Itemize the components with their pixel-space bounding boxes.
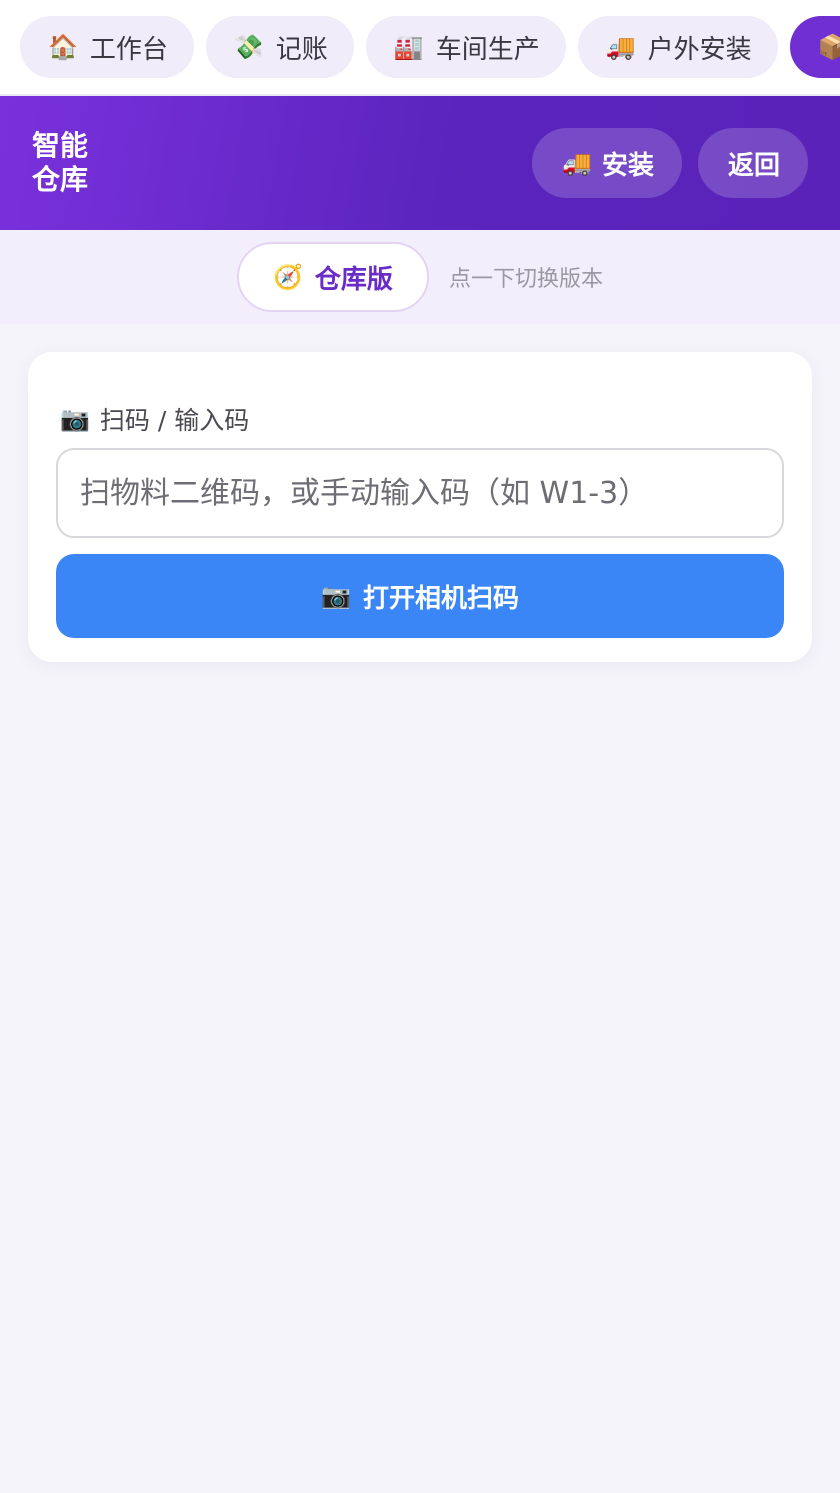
house-icon: 🏠 — [48, 33, 78, 61]
version-label: 仓库版 — [314, 264, 393, 295]
nav-item-workshop[interactable]: 🏭 车间生产 — [365, 16, 566, 78]
version-switch-bar: 🧭 仓库版 点一下切换版本 — [0, 230, 840, 324]
code-input[interactable] — [56, 448, 784, 538]
scan-card: 📷 扫码 / 输入码 📷 打开相机扫码 — [28, 352, 812, 662]
truck-icon: 🚚 — [605, 33, 636, 61]
page-title: 智能仓库 — [32, 129, 89, 196]
compass-icon: 🧭 — [273, 263, 303, 291]
page-header: 智能仓库 🚚 安装 返回 — [0, 96, 840, 230]
back-button-label: 返回 — [727, 150, 780, 181]
camera-icon: 📷 — [321, 582, 351, 610]
install-button[interactable]: 🚚 安装 — [532, 128, 682, 198]
scan-label-text: 扫码 / 输入码 — [99, 406, 250, 435]
factory-icon: 🏭 — [393, 33, 424, 61]
package-icon: 📦 — [818, 35, 840, 59]
truck-icon: 🚚 — [562, 149, 592, 177]
top-nav: 🏠 工作台 💸 记账 🏭 车间生产 🚚 户外安装 📦 — [0, 0, 840, 96]
scan-field-label: 📷 扫码 / 输入码 — [60, 404, 784, 435]
nav-item-label: 工作台 — [89, 34, 168, 65]
nav-item-workbench[interactable]: 🏠 工作台 — [20, 16, 194, 78]
nav-item-label: 户外安装 — [647, 34, 752, 65]
header-actions: 🚚 安装 返回 — [532, 128, 808, 198]
back-button[interactable]: 返回 — [697, 128, 808, 198]
nav-item-accounting[interactable]: 💸 记账 — [205, 16, 354, 78]
nav-item-label: 车间生产 — [435, 34, 540, 65]
nav-item-outdoor-install[interactable]: 🚚 户外安装 — [577, 16, 778, 78]
camera-icon: 📷 — [60, 405, 90, 433]
open-camera-scan-button[interactable]: 📷 打开相机扫码 — [56, 554, 784, 638]
scan-button-label: 打开相机扫码 — [362, 583, 519, 614]
nav-item-warehouse[interactable]: 📦 — [789, 16, 840, 78]
version-switch-hint: 点一下切换版本 — [448, 267, 603, 292]
version-toggle-button[interactable]: 🧭 仓库版 — [237, 242, 429, 312]
install-button-label: 安装 — [601, 150, 654, 181]
money-icon: 💸 — [233, 33, 264, 61]
nav-item-label: 记账 — [275, 34, 328, 65]
